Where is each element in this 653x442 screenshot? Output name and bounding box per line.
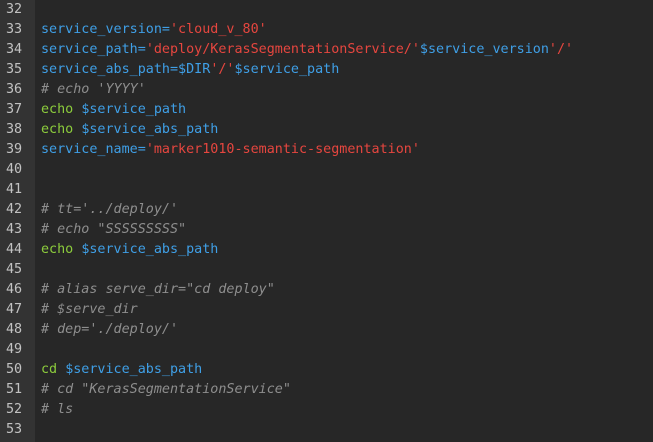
code-text: # tt='../deploy/'	[41, 200, 178, 220]
code-token: 'deploy/KerasSegmentationService/'	[145, 42, 420, 57]
line-number: 39	[6, 142, 23, 157]
line-number: 41	[6, 182, 23, 197]
code-token: echo	[41, 102, 82, 117]
code-line[interactable]: 43 # echo "SSSSSSSSS"	[0, 220, 653, 240]
code-text: echo $service_abs_path	[41, 240, 218, 260]
code-line[interactable]: 52 # ls	[0, 400, 653, 420]
code-token: 'cloud_v_80'	[170, 22, 267, 37]
line-number: 33	[6, 22, 23, 37]
code-line[interactable]: 38 echo $service_abs_path	[0, 120, 653, 140]
code-editor[interactable]: 32 33 service_version='cloud_v_80' 34 servic…	[0, 0, 653, 442]
code-line[interactable]: 50 cd $service_abs_path	[0, 360, 653, 380]
code-lines[interactable]: 32 33 service_version='cloud_v_80' 34 servic…	[0, 0, 653, 442]
code-token: service_name=	[41, 142, 146, 157]
code-line[interactable]: 44 echo $service_abs_path	[0, 240, 653, 260]
code-line[interactable]: 34 service_path='deploy/KerasSegmentation…	[0, 40, 653, 60]
code-text: # dep='./deploy/'	[41, 320, 178, 340]
line-number: 43	[6, 222, 23, 237]
line-number: 37	[6, 102, 23, 117]
code-text: # ls	[41, 400, 73, 420]
code-token: $service_abs_path	[81, 242, 219, 257]
code-line[interactable]: 46 # alias serve_dir="cd deploy"	[0, 280, 653, 300]
line-number: 45	[6, 262, 23, 277]
code-line[interactable]: 37 echo $service_path	[0, 100, 653, 120]
code-token: # alias serve_dir="cd deploy"	[41, 282, 275, 297]
code-line[interactable]: 35 service_abs_path=$DIR'/'$service_path	[0, 60, 653, 80]
code-token: # cd "KerasSegmentationService"	[41, 382, 291, 397]
line-number: 34	[6, 42, 23, 57]
line-number: 50	[6, 362, 23, 377]
line-number: 32	[6, 2, 23, 17]
code-line[interactable]: 53	[0, 420, 653, 440]
code-text: # cd "KerasSegmentationService"	[41, 380, 291, 400]
code-text: echo $service_abs_path	[41, 120, 218, 140]
code-token: cd	[41, 362, 66, 377]
code-token: # ls	[41, 402, 74, 417]
code-text: service_version='cloud_v_80'	[41, 20, 267, 40]
line-number: 49	[6, 342, 23, 357]
code-line[interactable]: 47 # $serve_dir	[0, 300, 653, 320]
code-token: service_abs_path=$DIR	[41, 62, 211, 77]
code-line[interactable]: 33 service_version='cloud_v_80'	[0, 20, 653, 40]
code-token: service_path=	[41, 42, 146, 57]
code-token: 'marker1010-semantic-segmentation'	[145, 142, 420, 157]
code-text: # echo 'YYYY'	[41, 80, 146, 100]
code-line[interactable]: 32	[0, 0, 653, 20]
code-text: # alias serve_dir="cd deploy"	[41, 280, 275, 300]
code-line[interactable]: 48 # dep='./deploy/'	[0, 320, 653, 340]
code-line[interactable]: 49	[0, 340, 653, 360]
code-token: $service_abs_path	[65, 362, 203, 377]
code-token: # echo "SSSSSSSSS"	[41, 222, 187, 237]
code-token: # echo 'YYYY'	[41, 82, 146, 97]
code-token: echo	[41, 122, 82, 137]
line-number: 51	[6, 382, 23, 397]
line-number: 40	[6, 162, 23, 177]
code-token: '/'	[210, 62, 235, 77]
code-token: $service_version	[419, 42, 549, 57]
code-line[interactable]: 40	[0, 160, 653, 180]
code-line[interactable]: 42 # tt='../deploy/'	[0, 200, 653, 220]
code-token: # $serve_dir	[41, 302, 138, 317]
code-line[interactable]: 51 # cd "KerasSegmentationService"	[0, 380, 653, 400]
code-token: $service_path	[81, 102, 187, 117]
code-line[interactable]: 36 # echo 'YYYY'	[0, 80, 653, 100]
line-number: 44	[6, 242, 23, 257]
code-token: $service_abs_path	[81, 122, 219, 137]
line-number: 53	[6, 422, 23, 437]
code-text: service_name='marker1010-semantic-segmen…	[41, 140, 420, 160]
code-line[interactable]: 39 service_name='marker1010-semantic-segm…	[0, 140, 653, 160]
line-number: 35	[6, 62, 23, 77]
code-token: '/'	[548, 42, 574, 57]
code-token: service_version=	[41, 22, 170, 37]
line-number: 47	[6, 302, 23, 317]
line-number: 46	[6, 282, 23, 297]
code-text: service_abs_path=$DIR'/'$service_path	[41, 60, 339, 80]
code-text: # $serve_dir	[41, 300, 138, 320]
code-token: # tt='../deploy/'	[41, 202, 179, 217]
code-token: echo	[41, 242, 82, 257]
line-number: 36	[6, 82, 23, 97]
code-text: cd $service_abs_path	[41, 360, 202, 380]
code-line[interactable]: 45	[0, 260, 653, 280]
code-token: $service_path	[234, 62, 340, 77]
line-number: 48	[6, 322, 23, 337]
code-text: # echo "SSSSSSSSS"	[41, 220, 186, 240]
line-number: 38	[6, 122, 23, 137]
line-number: 52	[6, 402, 23, 417]
line-number: 42	[6, 202, 23, 217]
code-text: service_path='deploy/KerasSegmentationSe…	[41, 40, 573, 60]
code-token: # dep='./deploy/'	[41, 322, 179, 337]
code-text: echo $service_path	[41, 100, 186, 120]
code-line[interactable]: 41	[0, 180, 653, 200]
